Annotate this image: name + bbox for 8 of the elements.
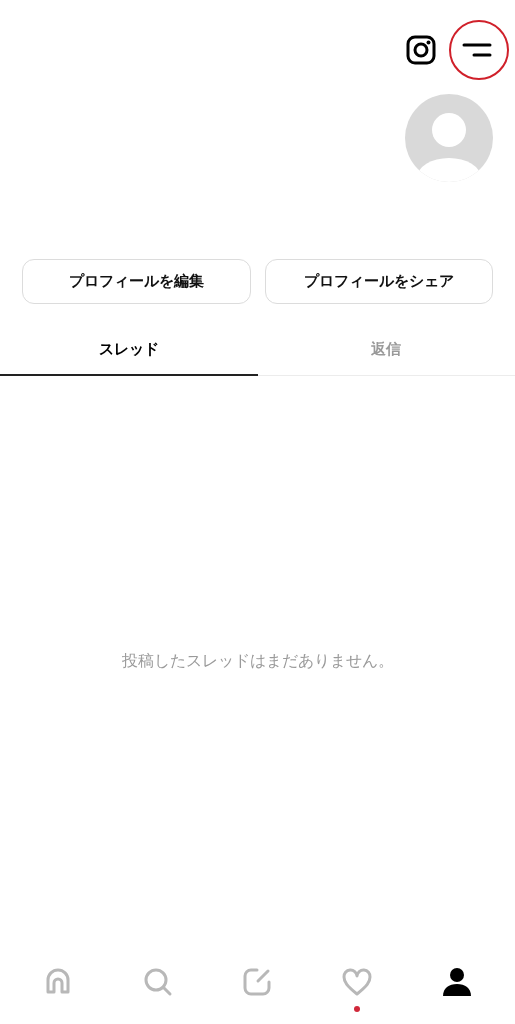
- camera-icon[interactable]: [405, 34, 437, 66]
- heart-icon[interactable]: [341, 966, 374, 998]
- empty-message: 投稿したスレッドはまだありません。: [121, 650, 394, 672]
- compose-icon[interactable]: [241, 966, 274, 998]
- profile-button[interactable]: プロフィールを編集: [22, 259, 251, 304]
- tab[interactable]: スレッド: [0, 328, 258, 376]
- person-icon[interactable]: [441, 966, 474, 998]
- profile-button[interactable]: プロフィールをシェア: [264, 259, 493, 304]
